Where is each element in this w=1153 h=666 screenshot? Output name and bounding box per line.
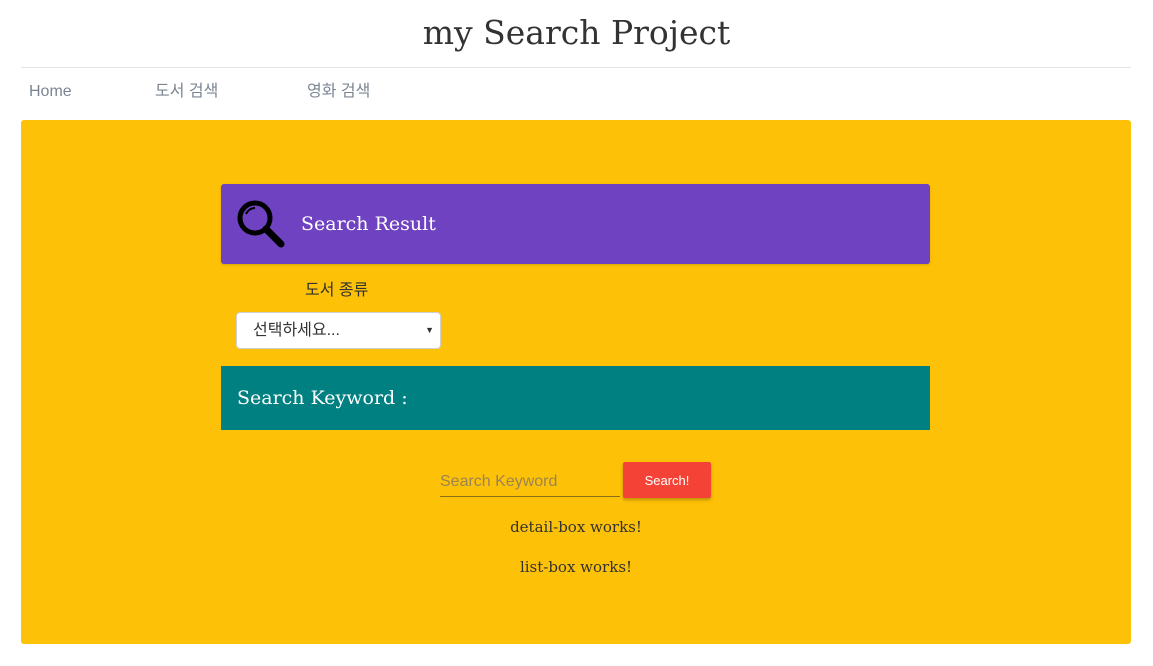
nav-item-book-search[interactable]: 도서 검색: [155, 78, 218, 106]
magnifier-icon: [235, 198, 287, 250]
top-nav: Home 도서 검색 영화 검색: [0, 78, 1153, 106]
search-keyword-input[interactable]: [440, 468, 620, 497]
detail-box-text: detail-box works!: [510, 518, 642, 536]
search-result-header: Search Result: [221, 184, 930, 264]
main-panel: Search Result 도서 종류 선택하세요... ▼ Search Ke…: [21, 120, 1131, 644]
title-divider: [21, 67, 1131, 68]
search-keyword-header: Search Keyword :: [221, 366, 930, 430]
search-button[interactable]: Search!: [623, 462, 711, 498]
nav-item-movie-search[interactable]: 영화 검색: [307, 78, 370, 106]
book-category-select[interactable]: 선택하세요... ▼: [236, 312, 441, 349]
nav-item-home[interactable]: Home: [29, 78, 72, 106]
book-category-selected: 선택하세요...: [253, 322, 340, 339]
site-title: my Search Project: [422, 13, 731, 52]
list-box-text: list-box works!: [519, 558, 633, 576]
search-keyword-title: Search Keyword :: [237, 387, 408, 409]
dropdown-caret-icon: ▼: [425, 325, 434, 335]
search-result-title: Search Result: [301, 213, 436, 235]
book-category-label: 도서 종류: [305, 282, 369, 299]
page: my Search Project Home 도서 검색 영화 검색 Searc…: [0, 0, 1153, 666]
